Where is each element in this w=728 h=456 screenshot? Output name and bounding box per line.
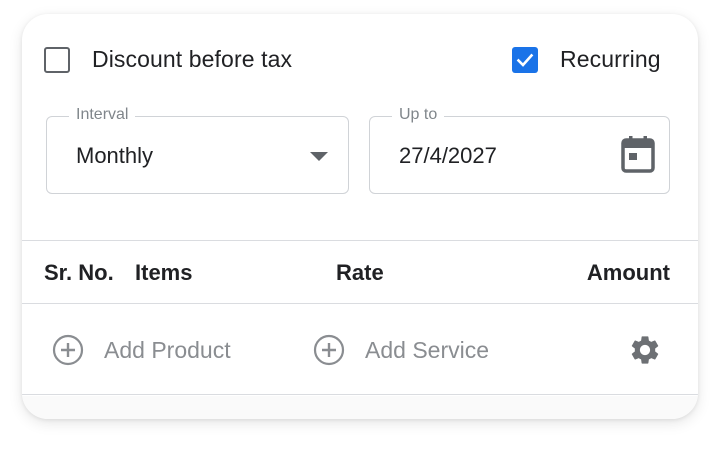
section-divider: [22, 394, 698, 395]
add-product-label: Add Product: [104, 336, 231, 363]
calendar-icon[interactable]: [621, 135, 655, 173]
interval-select[interactable]: Interval Monthly: [46, 106, 349, 194]
discount-before-tax-option[interactable]: Discount before tax: [44, 46, 292, 73]
add-service-button[interactable]: Add Service: [313, 334, 489, 366]
interval-value: Monthly: [76, 143, 154, 168]
discount-before-tax-checkbox[interactable]: [44, 46, 70, 73]
column-header-sr-no: Sr. No.: [44, 260, 114, 285]
add-service-label: Add Service: [365, 336, 490, 363]
recurring-label: Recurring: [560, 46, 661, 72]
dropdown-arrow-icon: [310, 152, 328, 161]
upto-value: 27/4/2027: [399, 143, 497, 168]
recurring-option[interactable]: Recurring: [512, 46, 661, 73]
interval-legend: Interval: [69, 106, 136, 124]
column-header-amount: Amount: [586, 260, 670, 285]
gear-icon[interactable]: [628, 333, 662, 367]
column-header-items: Items: [135, 260, 193, 285]
discount-before-tax-label: Discount before tax: [92, 46, 293, 72]
next-section-area: [22, 396, 698, 419]
invoice-items-card: Discount before tax Recurring Interval M…: [22, 14, 698, 419]
items-table-header: Sr. No. Items Rate Amount: [22, 240, 698, 304]
add-product-button[interactable]: Add Product: [52, 334, 231, 366]
upto-legend: Up to: [392, 106, 445, 124]
add-circle-icon: [313, 334, 345, 366]
checkmark-icon: [516, 53, 534, 67]
column-header-rate: Rate: [336, 260, 384, 285]
recurring-checkbox[interactable]: [512, 46, 538, 73]
add-circle-icon: [52, 334, 84, 366]
upto-date-field[interactable]: Up to 27/4/2027: [369, 106, 670, 194]
